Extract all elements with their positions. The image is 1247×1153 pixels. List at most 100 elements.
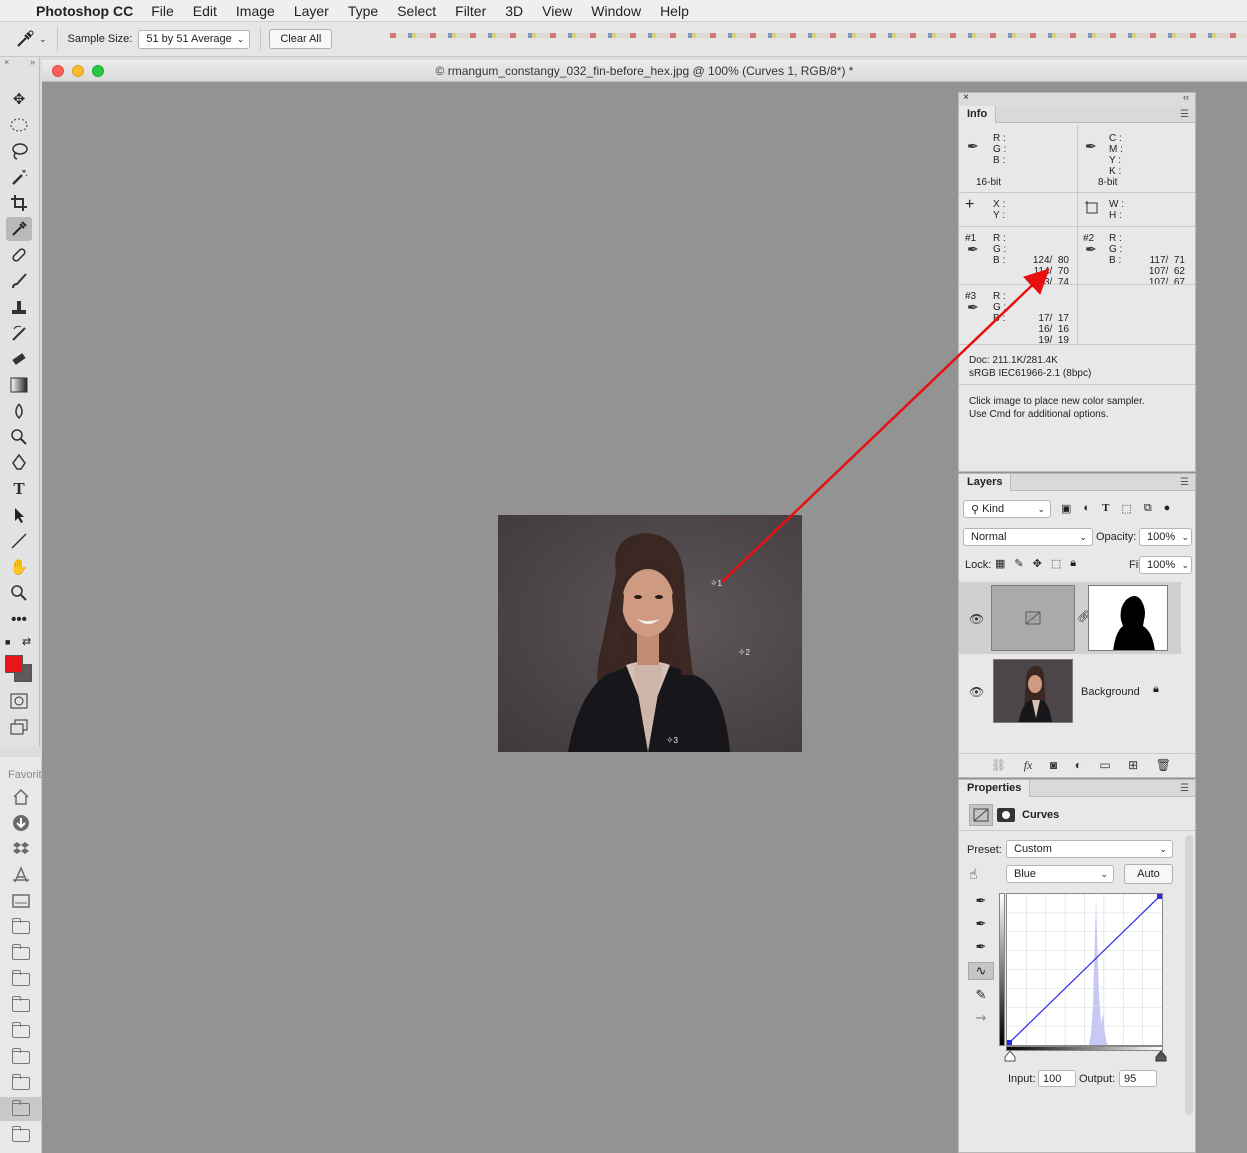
folder-icon[interactable] <box>0 1071 42 1095</box>
curves-graph[interactable] <box>1006 893 1163 1046</box>
collapse-icon[interactable]: ‹‹ <box>1183 92 1189 102</box>
black-point-slider[interactable] <box>1004 1050 1016 1062</box>
draw-pencil-icon[interactable]: ✎ <box>976 987 987 1003</box>
lock-all-icon[interactable]: 🔒︎ <box>1070 557 1076 570</box>
shape-filter-icon[interactable]: ⬚ <box>1121 502 1131 518</box>
lock-pixels-icon[interactable]: ✎ <box>1014 557 1023 570</box>
new-adjustment-layer-icon[interactable]: ◐ <box>1075 758 1082 773</box>
swap-colors-icon[interactable]: ⇄ <box>22 635 31 648</box>
output-field[interactable]: 95 <box>1119 1070 1157 1087</box>
color-sampler-3[interactable]: ✧3 <box>666 735 678 746</box>
lock-transparency-icon[interactable]: ▦ <box>995 557 1005 570</box>
clear-all-button[interactable]: Clear All <box>269 29 333 49</box>
targeted-adjustment-icon[interactable]: ☝︎ <box>969 866 978 883</box>
expand-icon[interactable]: » <box>30 57 35 69</box>
panel-menu-icon[interactable]: ☰ <box>1180 477 1189 488</box>
gray-point-eyedropper-icon[interactable]: ✒ <box>976 916 987 932</box>
delete-layer-icon[interactable]: 🗑︎ <box>1156 758 1171 773</box>
layer-row-background[interactable]: 👁︎ Background 🔒︎ <box>959 655 1181 727</box>
app-name-menu[interactable]: Photoshop CC <box>36 3 133 19</box>
quick-mask-icon[interactable] <box>6 689 32 713</box>
menu-edit[interactable]: Edit <box>193 3 217 19</box>
type-filter-icon[interactable]: T <box>1102 502 1109 518</box>
menu-view[interactable]: View <box>542 3 572 19</box>
folder-icon[interactable] <box>0 941 42 965</box>
history-brush-tool-icon[interactable] <box>6 321 32 345</box>
default-colors-icon[interactable]: ■ <box>5 637 10 647</box>
more-tools-icon[interactable]: ••• <box>6 607 32 631</box>
info-tab[interactable]: Info <box>959 106 997 123</box>
blend-mode-select[interactable]: Normal ⌄ <box>963 528 1093 546</box>
tool-preset-picker[interactable]: ⌄ <box>14 27 58 51</box>
eraser-tool-icon[interactable] <box>6 347 32 371</box>
image-filter-icon[interactable]: ▣ <box>1061 502 1071 518</box>
new-group-icon[interactable]: ▭ <box>1099 758 1110 773</box>
eyedropper-icon[interactable]: ✒ <box>967 139 987 157</box>
preset-select[interactable]: Custom ⌄ <box>1006 840 1173 858</box>
menu-type[interactable]: Type <box>348 3 378 19</box>
panel-menu-icon[interactable]: ☰ <box>1180 109 1189 120</box>
layer-style-icon[interactable]: fx <box>1024 758 1033 773</box>
folder-icon[interactable] <box>0 993 42 1017</box>
hand-tool-icon[interactable]: ✋ <box>6 555 32 579</box>
filter-toggle-icon[interactable]: ● <box>1164 502 1171 518</box>
smooth-curve-icon[interactable]: ⇝ <box>976 1010 987 1026</box>
layer-row-curves[interactable]: 👁︎ 🔗︎ <box>959 582 1181 654</box>
dropbox-icon[interactable] <box>0 837 42 861</box>
eyedropper-icon[interactable]: ✒ <box>967 242 979 257</box>
color-sampler-2[interactable]: ✧2 <box>738 647 750 658</box>
folder-icon[interactable] <box>0 915 42 939</box>
auto-button[interactable]: Auto <box>1124 864 1173 884</box>
edit-points-icon[interactable]: ∿ <box>968 962 994 980</box>
curve-control-point[interactable] <box>1007 1040 1012 1045</box>
curves-graph-canvas[interactable] <box>1006 893 1163 1046</box>
eyedropper-tool-icon[interactable] <box>6 217 32 241</box>
magic-wand-tool-icon[interactable] <box>6 165 32 189</box>
line-tool-icon[interactable] <box>6 529 32 553</box>
layer-mask-icon[interactable] <box>997 808 1015 822</box>
smart-object-filter-icon[interactable]: ⧉ <box>1144 502 1152 518</box>
menu-filter[interactable]: Filter <box>455 3 486 19</box>
white-point-eyedropper-icon[interactable]: ✒ <box>976 939 987 955</box>
screen-mode-icon[interactable] <box>6 715 32 739</box>
folder-icon[interactable] <box>0 1123 42 1147</box>
folder-icon[interactable] <box>0 967 42 991</box>
lock-artboard-icon[interactable]: ⬚ <box>1051 557 1061 570</box>
lock-position-icon[interactable]: ✥ <box>1033 557 1042 570</box>
bit-depth-left[interactable]: 16-bit <box>976 177 1001 188</box>
desktop-icon[interactable] <box>0 889 42 913</box>
blur-tool-icon[interactable] <box>6 399 32 423</box>
foreground-color-swatch[interactable] <box>5 655 23 673</box>
visibility-eye-icon[interactable]: 👁︎ <box>969 612 984 626</box>
eyedropper-icon[interactable]: ✒ <box>1085 139 1105 157</box>
healing-brush-tool-icon[interactable] <box>6 243 32 267</box>
new-layer-icon[interactable]: ⊞ <box>1128 758 1138 773</box>
brush-tool-icon[interactable] <box>6 269 32 293</box>
close-icon[interactable]: × <box>4 57 9 69</box>
bit-depth-right[interactable]: 8-bit <box>1098 177 1117 188</box>
home-icon[interactable] <box>0 785 42 809</box>
curve-control-point[interactable] <box>1157 894 1162 899</box>
eyedropper-icon[interactable]: ✒ <box>967 300 979 315</box>
color-sampler-1[interactable]: ✧1 <box>710 578 722 589</box>
layer-mask-thumbnail[interactable] <box>1088 585 1168 651</box>
black-point-eyedropper-icon[interactable]: ✒ <box>976 893 987 909</box>
folder-icon[interactable] <box>0 1019 42 1043</box>
properties-tab[interactable]: Properties <box>959 780 1031 797</box>
portrait-photo[interactable]: ✧1 ✧2 ✧3 <box>498 515 802 752</box>
crop-tool-icon[interactable] <box>6 191 32 215</box>
add-mask-icon[interactable]: ◙ <box>1050 758 1057 773</box>
dodge-tool-icon[interactable] <box>6 425 32 449</box>
white-point-slider[interactable] <box>1155 1050 1167 1062</box>
path-selection-tool-icon[interactable] <box>6 503 32 527</box>
opacity-input[interactable]: 100% ⌄ <box>1139 528 1192 546</box>
menu-select[interactable]: Select <box>397 3 436 19</box>
curves-adjustment-icon[interactable] <box>969 804 993 826</box>
folder-icon[interactable] <box>0 1097 42 1121</box>
properties-scrollbar[interactable] <box>1185 835 1193 1115</box>
sample-size-select[interactable]: 51 by 51 Average ⌄ <box>138 29 251 49</box>
panel-menu-icon[interactable]: ☰ <box>1180 783 1189 794</box>
menu-3d[interactable]: 3D <box>505 3 523 19</box>
link-layers-icon[interactable]: ⛓︎ <box>991 758 1006 773</box>
layer-filter-select[interactable]: ⚲ Kind ⌄ <box>963 500 1051 518</box>
